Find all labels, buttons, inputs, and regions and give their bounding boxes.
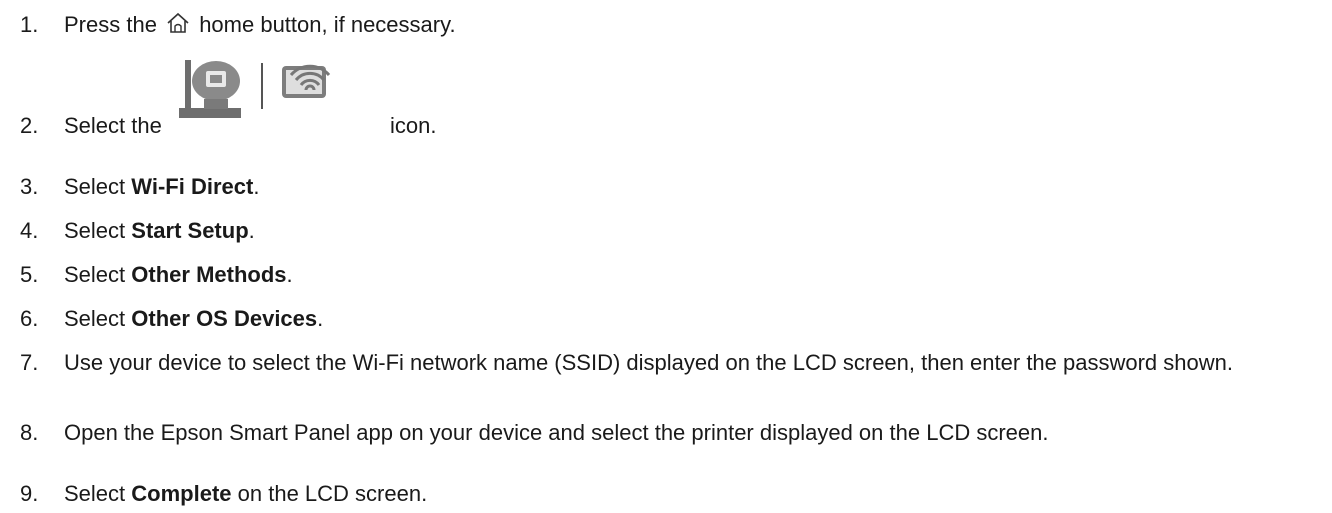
divider-line — [261, 63, 263, 109]
step-text-post: . — [248, 218, 255, 243]
step-text-pre: Select — [64, 218, 126, 243]
step-number: 5. — [20, 262, 39, 287]
home-icon — [166, 12, 190, 34]
step-text-pre: Select — [64, 481, 126, 506]
step-number: 8. — [20, 420, 39, 445]
step-text: Select Other Methods. — [64, 262, 1324, 288]
step-text-pre: Select the — [64, 113, 162, 138]
printer-router-icon — [179, 60, 241, 118]
step-text: Open the Epson Smart Panel app on your d… — [64, 420, 1049, 445]
step-number: 6. — [20, 306, 39, 331]
step-number: 4. — [20, 218, 39, 243]
step-text-pre: Select — [64, 174, 126, 199]
step-number: 3. — [20, 174, 39, 199]
step-text-pre: Select — [64, 262, 126, 287]
network-icon-group — [176, 58, 359, 120]
step-text: Select Wi-Fi Direct. — [64, 174, 1324, 200]
step-text-post: on the LCD screen. — [237, 481, 428, 506]
step-number: 7. — [20, 350, 39, 375]
step-bold-term: Start Setup — [131, 218, 249, 243]
step-bold-term: Wi-Fi Direct — [131, 174, 254, 199]
step-number: 2. — [20, 113, 39, 138]
step-text: Use your device to select the Wi-Fi netw… — [64, 350, 1233, 375]
step-text-post: . — [317, 306, 324, 331]
smartphone-wifi-icon — [282, 64, 331, 98]
step-text: Press the home button, if necessary. — [64, 12, 1324, 38]
step-text: Select Other OS Devices. — [64, 306, 1324, 332]
step-text-post: . — [286, 262, 293, 287]
step-text: Select Complete on the LCD screen. — [64, 481, 1324, 507]
step-text-pre: Press the — [64, 12, 157, 37]
step-text-post: icon. — [390, 113, 437, 138]
step-bold-term: Other OS Devices — [131, 306, 318, 331]
step-text: Select Start Setup. — [64, 218, 1324, 244]
step-text-post: . — [253, 174, 260, 199]
step-text-post: home button, if necessary. — [199, 12, 456, 37]
step-number: 9. — [20, 481, 39, 506]
step-text-pre: Select — [64, 306, 126, 331]
step-bold-term: Complete — [131, 481, 232, 506]
step-bold-term: Other Methods — [131, 262, 287, 287]
step-number: 1. — [20, 12, 39, 37]
